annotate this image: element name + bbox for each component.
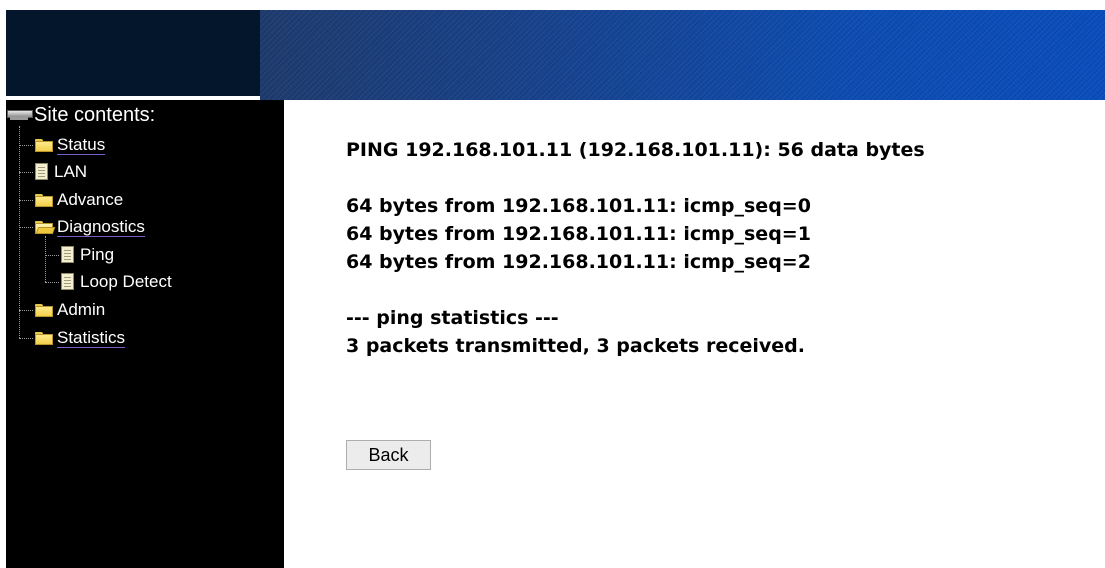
header-banner (0, 0, 1105, 100)
tree-connector (45, 282, 59, 283)
folder-open-icon (34, 220, 56, 235)
sidebar-item-lan[interactable]: LAN (34, 161, 87, 183)
sidebar-link-ping[interactable]: Ping (80, 245, 114, 265)
banner-logo-area (6, 10, 260, 96)
sidebar-item-ping[interactable]: Ping (60, 244, 114, 266)
site-contents-title: Site contents: (6, 104, 155, 126)
page: Site contents: Status LAN Advance Diagno… (0, 0, 1105, 568)
sidebar-link-status[interactable]: Status (57, 135, 106, 155)
site-tree: Site contents: Status LAN Advance Diagno… (6, 100, 284, 360)
document-icon (34, 163, 50, 181)
sidebar-link-statistics[interactable]: Statistics (57, 328, 126, 348)
sidebar-link-loop-detect[interactable]: Loop Detect (80, 272, 172, 292)
sidebar-link-lan[interactable]: LAN (54, 162, 87, 182)
sidebar-link-advance[interactable]: Advance (57, 190, 123, 210)
banner-graphic (260, 10, 1105, 100)
sidebar-link-admin[interactable]: Admin (57, 300, 105, 320)
ping-stats-summary: 3 packets transmitted, 3 packets receive… (346, 335, 805, 357)
computer-icon (6, 108, 33, 122)
folder-icon (34, 303, 54, 318)
sidebar-item-advance[interactable]: Advance (34, 189, 123, 211)
tree-connector (19, 310, 33, 311)
folder-icon (34, 331, 54, 346)
ping-reply-line: 64 bytes from 192.168.101.11: icmp_seq=0 (346, 195, 811, 217)
ping-reply-line: 64 bytes from 192.168.101.11: icmp_seq=2 (346, 251, 811, 273)
ping-stats-header: --- ping statistics --- (346, 307, 559, 329)
tree-connector (45, 255, 59, 256)
folder-icon (34, 138, 54, 153)
document-icon (60, 246, 76, 264)
tree-connector (19, 227, 33, 228)
tree-connector (19, 126, 20, 338)
sidebar: Site contents: Status LAN Advance Diagno… (6, 100, 284, 568)
sidebar-item-loop-detect[interactable]: Loop Detect (60, 271, 172, 293)
folder-icon (34, 193, 54, 208)
tree-connector (19, 200, 33, 201)
back-button[interactable]: Back (346, 440, 431, 470)
sidebar-link-diagnostics[interactable]: Diagnostics (57, 217, 145, 237)
document-icon (60, 273, 76, 291)
ping-reply-line: 64 bytes from 192.168.101.11: icmp_seq=1 (346, 223, 811, 245)
tree-connector (45, 236, 46, 282)
ping-header: PING 192.168.101.11 (192.168.101.11): 56… (346, 139, 925, 161)
tree-connector (19, 172, 33, 173)
tree-connector (19, 338, 33, 339)
sidebar-item-status[interactable]: Status (34, 134, 106, 156)
sidebar-item-admin[interactable]: Admin (34, 299, 105, 321)
tree-connector (19, 145, 33, 146)
sidebar-item-statistics[interactable]: Statistics (34, 327, 126, 349)
ping-output: PING 192.168.101.11 (192.168.101.11): 56… (346, 136, 1086, 470)
sidebar-item-diagnostics[interactable]: Diagnostics (34, 216, 145, 238)
site-contents-label: Site contents: (34, 103, 156, 126)
